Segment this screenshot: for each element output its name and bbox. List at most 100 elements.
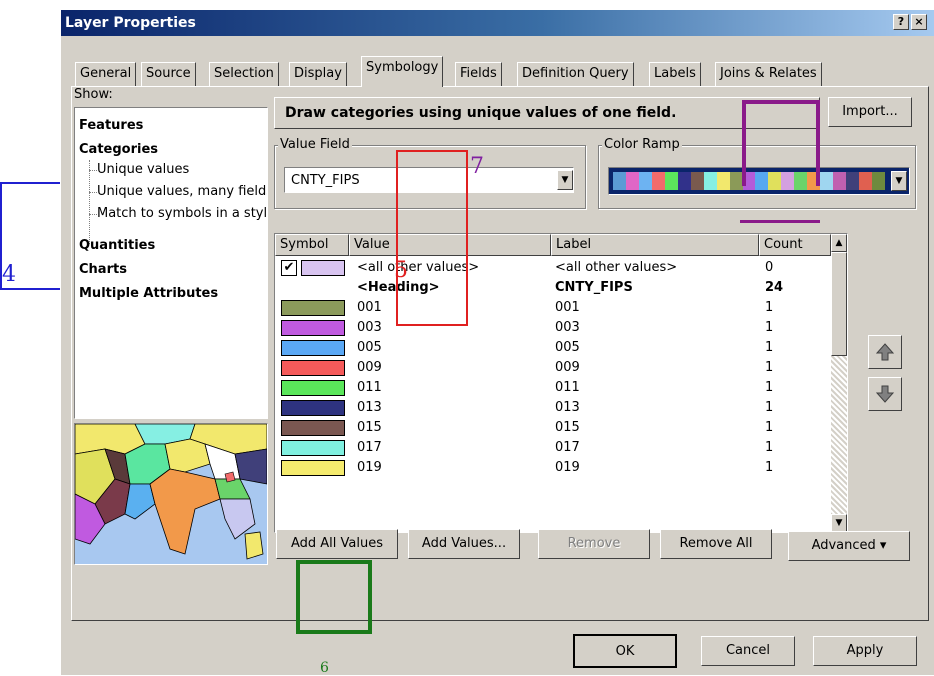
arrow-down-icon [875,385,895,403]
annotation-box-6 [296,560,372,634]
ramp-swatch [677,172,691,190]
tab-symbology[interactable]: Symbology [361,56,444,87]
annotation-label-4: 4 [2,262,16,287]
table-row[interactable]: 013 013 1 [277,398,837,418]
advanced-button[interactable]: Advanced ▾ [788,531,910,561]
table-scrollbar[interactable]: ▲ ▼ [831,234,847,532]
ramp-swatch [729,172,743,190]
tab-selection[interactable]: Selection [209,62,279,86]
ramp-swatch [846,172,860,190]
cell-value: 005 [357,340,382,355]
scroll-down-arrow-icon[interactable]: ▼ [831,514,847,532]
tree-categories[interactable]: Categories [79,142,158,157]
cell-count: 1 [765,440,774,455]
cell-value: 019 [357,460,382,475]
symbol-swatch[interactable] [281,380,345,396]
move-up-button[interactable] [868,335,902,369]
close-button[interactable]: × [911,14,927,30]
symbol-swatch[interactable] [281,460,345,476]
tree-branch [89,170,97,171]
move-down-button[interactable] [868,377,902,411]
table-row[interactable]: 019 019 1 [277,458,837,478]
table-row[interactable]: 005 005 1 [277,338,837,358]
ok-button[interactable]: OK [573,634,677,668]
scroll-thumb[interactable] [831,252,847,356]
column-header-count[interactable]: Count [759,234,831,256]
show-tree: Features Categories Unique values Unique… [74,107,268,419]
cell-label: CNTY_FIPS [555,280,633,295]
scroll-up-arrow-icon[interactable]: ▲ [831,234,847,252]
chevron-down-icon[interactable]: ▼ [891,171,907,191]
tree-multiple-attributes[interactable]: Multiple Attributes [79,286,218,301]
cell-value: 009 [357,360,382,375]
tree-unique-values-many[interactable]: Unique values, many fields [97,184,267,199]
arrow-up-icon [875,343,895,361]
cell-label: <all other values> [555,260,678,275]
tree-unique-values[interactable]: Unique values [97,162,267,177]
tab-general[interactable]: General [75,62,137,86]
ramp-swatch [613,172,626,190]
cell-count: 1 [765,320,774,335]
tab-source[interactable]: Source [141,62,196,86]
tree-features[interactable]: Features [79,118,143,133]
ramp-swatch [664,172,678,190]
chevron-down-icon[interactable]: ▼ [557,170,573,190]
symbol-swatch[interactable] [301,260,345,276]
tab-display[interactable]: Display [289,62,347,86]
remove-all-button[interactable]: Remove All [660,529,772,559]
symbol-swatch[interactable] [281,420,345,436]
table-row[interactable]: 011 011 1 [277,378,837,398]
ramp-swatch [820,172,834,190]
table-row[interactable]: 009 009 1 [277,358,837,378]
annotation-bracket-7 [742,100,820,186]
symbol-swatch[interactable] [281,400,345,416]
tab-fields[interactable]: Fields [455,62,502,86]
apply-button[interactable]: Apply [813,636,917,666]
tab-definition-query[interactable]: Definition Query [517,62,634,86]
ramp-swatch [638,172,652,190]
column-header-label[interactable]: Label [551,234,759,256]
ramp-swatch [872,172,886,190]
add-all-values-button[interactable]: Add All Values [276,529,398,559]
table-row[interactable]: <Heading> CNTY_FIPS 24 [277,278,837,298]
symbol-swatch[interactable] [281,320,345,336]
cell-value: 015 [357,420,382,435]
table-row[interactable]: 015 015 1 [277,418,837,438]
cancel-button[interactable]: Cancel [701,636,795,666]
tree-quantities[interactable]: Quantities [79,238,155,253]
cell-label: 015 [555,420,580,435]
column-header-symbol[interactable]: Symbol [275,234,349,256]
cell-count: 24 [765,280,784,295]
annotation-label-7: 7 [470,154,484,179]
help-button[interactable]: ? [893,14,909,30]
description-text: Draw categories using unique values of o… [285,105,677,121]
tab-labels[interactable]: Labels [649,62,701,86]
table-row[interactable]: 001 001 1 [277,298,837,318]
symbol-swatch[interactable] [281,440,345,456]
tab-joins-relates[interactable]: Joins & Relates [715,62,822,86]
import-button[interactable]: Import... [828,97,912,127]
cell-value: 001 [357,300,382,315]
cell-label: 019 [555,460,580,475]
cell-value: 003 [357,320,382,335]
cell-label: 003 [555,320,580,335]
ramp-swatch [716,172,730,190]
table-row[interactable]: 003 003 1 [277,318,837,338]
checkbox[interactable]: ✔ [281,260,297,276]
tree-match-to-symbols[interactable]: Match to symbols in a style [97,206,267,221]
tree-charts[interactable]: Charts [79,262,127,277]
add-values-button[interactable]: Add Values... [408,529,520,559]
cell-count: 1 [765,340,774,355]
color-ramp-label: Color Ramp [602,137,682,152]
symbol-swatch[interactable] [281,300,345,316]
cell-count: 1 [765,460,774,475]
ramp-swatch [625,172,639,190]
table-row[interactable]: ✔ <all other values> <all other values> 0 [277,258,837,278]
table-row[interactable]: 017 017 1 [277,438,837,458]
cell-value: 011 [357,380,382,395]
annotation-label-5: 5 [394,258,408,283]
symbol-swatch[interactable] [281,340,345,356]
remove-button[interactable]: Remove [538,529,650,559]
symbol-swatch[interactable] [281,360,345,376]
ramp-swatch [690,172,704,190]
